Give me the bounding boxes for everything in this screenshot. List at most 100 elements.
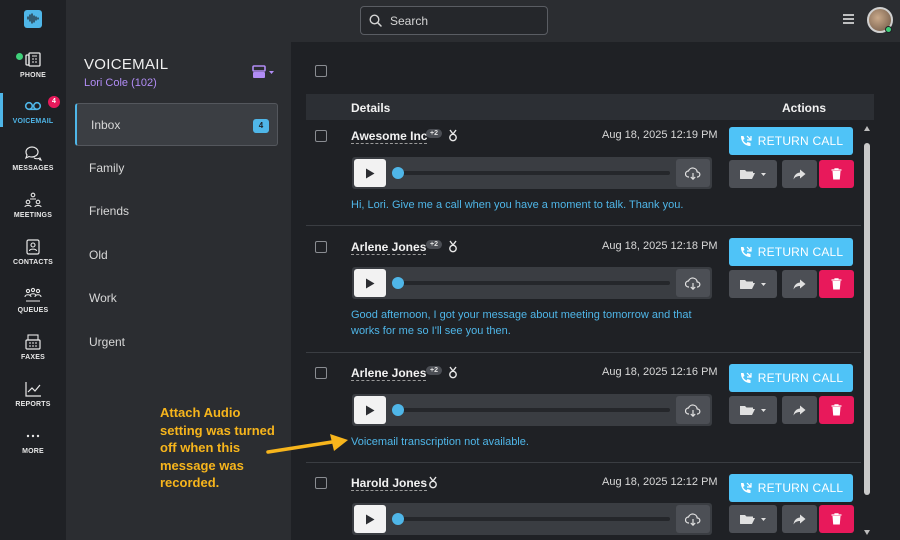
folder-item-family[interactable]: Family	[75, 146, 278, 190]
delete-button[interactable]	[819, 505, 854, 533]
audio-progress-handle[interactable]	[392, 277, 404, 289]
message-timestamp: Aug 18, 2025 12:12 PM	[602, 476, 718, 488]
nav-item-voicemail[interactable]: VOICEMAIL	[0, 98, 66, 125]
nav-item-more[interactable]: MORE	[0, 428, 66, 455]
return-call-label: RETURN CALL	[757, 245, 844, 259]
play-button[interactable]	[354, 505, 386, 533]
nav-item-contacts[interactable]: CONTACTS	[0, 239, 66, 266]
nav-item-messages[interactable]: MESSAGES	[0, 145, 66, 172]
message-timestamp: Aug 18, 2025 12:18 PM	[602, 240, 718, 252]
cloud-download-icon	[685, 166, 701, 180]
nav-item-faxes[interactable]: FAXES	[0, 334, 66, 361]
nav-item-meetings[interactable]: MEETINGS	[0, 192, 66, 219]
caller-name[interactable]: Arlene Jones	[351, 240, 427, 255]
audio-progress-track[interactable]	[396, 408, 670, 412]
move-to-folder-button[interactable]	[729, 270, 777, 298]
nav-label: PHONE	[20, 72, 46, 79]
scroll-down-arrow-icon[interactable]	[864, 530, 870, 535]
forward-button[interactable]	[782, 160, 817, 188]
caller-name[interactable]: Arlene Jones	[351, 366, 427, 381]
annotation-line: message was	[160, 457, 244, 473]
forward-arrow-icon	[793, 279, 806, 289]
folder-label: Old	[89, 247, 108, 262]
nav-label: QUEUES	[17, 307, 49, 314]
download-button[interactable]	[676, 396, 710, 424]
play-button[interactable]	[354, 396, 386, 424]
return-call-button[interactable]: RETURN CALL	[729, 238, 853, 266]
voicemail-transcript: Voicemail transcription not available.	[351, 436, 529, 448]
message-timestamp: Aug 18, 2025 12:19 PM	[602, 129, 718, 141]
forward-button[interactable]	[782, 396, 817, 424]
folder-item-urgent[interactable]: Urgent	[75, 320, 278, 364]
scrollbar-thumb[interactable]	[864, 143, 870, 495]
return-call-button[interactable]: RETURN CALL	[729, 474, 853, 502]
folder-item-inbox[interactable]: Inbox 4	[75, 103, 278, 146]
table-row: Harold Jones Aug 18, 2025 12:12 PM RETUR…	[306, 464, 861, 540]
audio-progress-track[interactable]	[396, 281, 670, 285]
nav-item-reports[interactable]: REPORTS	[0, 381, 66, 408]
move-to-folder-button[interactable]	[729, 160, 777, 188]
folder-label: Inbox	[91, 117, 121, 132]
audio-player	[352, 394, 712, 426]
manage-folders-dropdown-icon[interactable]	[252, 65, 276, 79]
folder-item-work[interactable]: Work	[75, 277, 278, 321]
annotation-arrow-icon	[266, 434, 348, 454]
row-checkbox[interactable]	[315, 477, 327, 489]
forward-arrow-icon	[793, 169, 806, 179]
audio-progress-track[interactable]	[396, 171, 670, 175]
voicemail-icon	[24, 101, 42, 111]
return-call-button[interactable]: RETURN CALL	[729, 127, 853, 155]
select-all-checkbox[interactable]	[315, 65, 327, 77]
forward-arrow-icon	[793, 405, 806, 415]
folder-label: Work	[89, 291, 117, 306]
row-checkbox[interactable]	[315, 130, 327, 142]
move-to-folder-button[interactable]	[729, 505, 777, 533]
attachment-off-icon	[449, 366, 457, 379]
download-button[interactable]	[676, 505, 710, 533]
audio-progress-track[interactable]	[396, 517, 670, 521]
play-button[interactable]	[354, 269, 386, 297]
move-to-folder-button[interactable]	[729, 396, 777, 424]
folder-item-old[interactable]: Old	[75, 233, 278, 277]
delete-button[interactable]	[819, 270, 854, 298]
forward-button[interactable]	[782, 505, 817, 533]
hamburger-menu-icon[interactable]	[843, 14, 854, 24]
download-button[interactable]	[676, 269, 710, 297]
return-call-button[interactable]: RETURN CALL	[729, 364, 853, 392]
column-header-details: Details	[351, 101, 391, 115]
phone-return-icon	[740, 246, 752, 257]
contacts-icon	[26, 239, 40, 255]
nav-label: CONTACTS	[13, 259, 53, 266]
audio-progress-handle[interactable]	[392, 513, 404, 525]
caller-name[interactable]: Harold Jones	[351, 476, 428, 491]
return-call-label: RETURN CALL	[757, 481, 844, 495]
scroll-up-arrow-icon[interactable]	[864, 126, 870, 131]
app-logo-icon[interactable]	[24, 10, 42, 28]
trash-icon	[831, 278, 842, 290]
audio-progress-handle[interactable]	[392, 167, 404, 179]
folder-item-friends[interactable]: Friends	[75, 190, 278, 234]
forward-button[interactable]	[782, 270, 817, 298]
search-placeholder: Search	[390, 13, 429, 28]
audio-player	[352, 267, 712, 299]
row-checkbox[interactable]	[315, 367, 327, 379]
search-input[interactable]: Search	[360, 6, 548, 35]
nav-item-queues[interactable]: QUEUES	[0, 287, 66, 314]
nav-rail: PHONE 4 VOICEMAIL MESSAGES MEETINGS CONT…	[0, 0, 66, 540]
attachment-off-icon	[429, 476, 437, 489]
phone-icon	[25, 52, 41, 67]
delete-button[interactable]	[819, 160, 854, 188]
play-icon	[366, 405, 375, 415]
nav-item-phone[interactable]: PHONE	[0, 52, 66, 79]
column-header-actions: Actions	[782, 101, 827, 115]
nav-label: REPORTS	[15, 401, 51, 408]
caller-name[interactable]: Awesome Inc	[351, 129, 428, 144]
folder-unread-badge: 4	[253, 119, 269, 133]
row-checkbox[interactable]	[315, 241, 327, 253]
play-button[interactable]	[354, 159, 386, 187]
table-row: Arlene Jones +2 Aug 18, 2025 12:16 PM Vo…	[306, 354, 861, 463]
audio-progress-handle[interactable]	[392, 404, 404, 416]
download-button[interactable]	[676, 159, 710, 187]
folder-label: Urgent	[89, 334, 126, 349]
delete-button[interactable]	[819, 396, 854, 424]
